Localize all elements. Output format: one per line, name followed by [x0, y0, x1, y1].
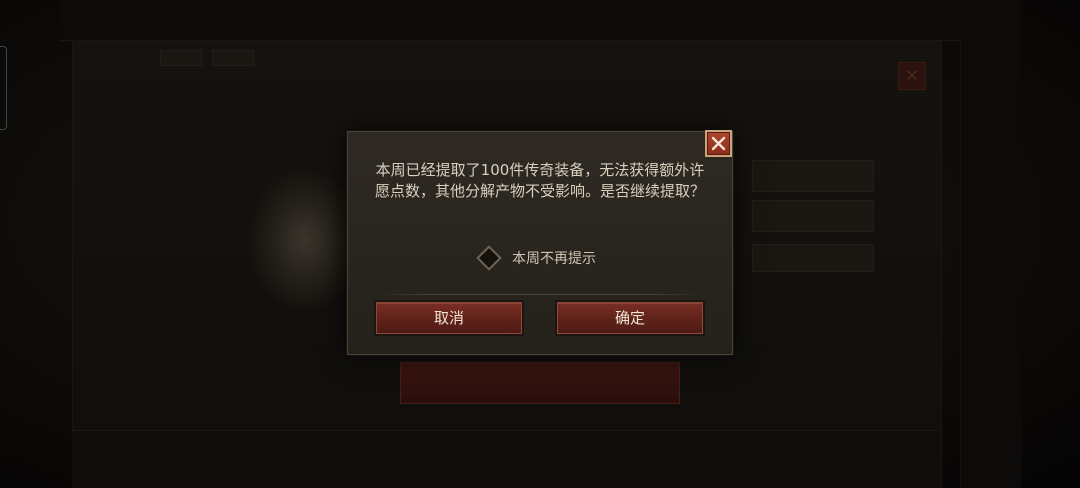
- background-tab: [160, 50, 202, 66]
- background-stat-row: [752, 200, 874, 232]
- diamond-checkbox-icon[interactable]: [476, 245, 502, 271]
- dont-show-again-toggle[interactable]: 本周不再提示: [476, 240, 596, 276]
- game-screen: ✕ 本周已经提取了100件传奇装备，无法获得额外许愿点数，其他分解产物不受影响。…: [0, 0, 1080, 488]
- background-right-column: [960, 40, 1021, 488]
- close-button[interactable]: [705, 130, 732, 157]
- background-stat-row: [752, 244, 874, 272]
- confirm-button[interactable]: 确定: [557, 302, 703, 334]
- dialog-message: 本周已经提取了100件传奇装备，无法获得额外许愿点数，其他分解产物不受影响。是否…: [374, 161, 705, 200]
- side-handle: [0, 46, 7, 130]
- background-tab: [212, 50, 254, 66]
- background-bottom-bar: [72, 430, 940, 488]
- background-close-icon: ✕: [898, 62, 926, 90]
- cancel-button[interactable]: 取消: [376, 302, 522, 334]
- background-top-bar: [60, 0, 1020, 41]
- background-item-art: [250, 170, 360, 310]
- background-action-button: [400, 362, 680, 404]
- dialog-divider: [374, 294, 706, 295]
- background-stat-row: [752, 160, 874, 192]
- dont-show-again-label: 本周不再提示: [512, 251, 596, 267]
- close-icon: [711, 136, 726, 151]
